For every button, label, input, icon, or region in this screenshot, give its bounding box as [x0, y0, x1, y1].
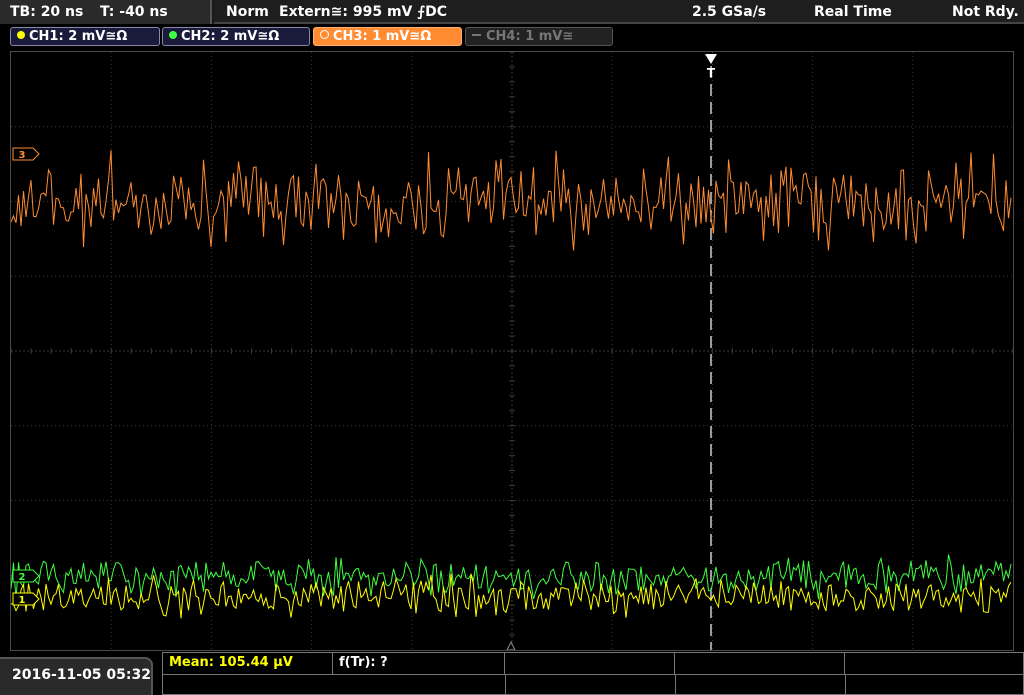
- channel-1-label: CH1: 2 mV≅Ω: [29, 29, 128, 44]
- channel-3-waveform: [11, 150, 1012, 251]
- channel-row: CH1: 2 mV≅Ω CH2: 2 mV≅Ω CH3: 1 mV≅Ω CH4:…: [0, 24, 1024, 50]
- channel-2-label: CH2: 2 mV≅Ω: [181, 29, 280, 44]
- trigger-marker-label: T: [707, 66, 716, 80]
- trigger-marker[interactable]: T: [705, 54, 717, 80]
- channel-3-marker-icon: [12, 147, 40, 161]
- channel-2-waveform: [11, 554, 1012, 600]
- measurement-divider: [845, 675, 846, 695]
- graticule: [11, 52, 1013, 650]
- channel-3-dot-icon: [320, 30, 329, 39]
- measurement-divider: [675, 675, 676, 695]
- channel-3-marker-label: 3: [19, 150, 26, 161]
- channel-2-marker-icon: [12, 569, 40, 583]
- measurement-divider: [505, 675, 506, 695]
- channel-3-label: CH3: 1 mV≅Ω: [333, 29, 432, 44]
- timebase-box[interactable]: TB: 20 ns T: -40 ns: [0, 0, 212, 24]
- timebase-label: TB: 20 ns: [10, 4, 84, 20]
- channel-2-dot-icon: [169, 31, 177, 39]
- channel-2-marker-label: 2: [19, 572, 26, 583]
- channel-1-marker-icon: [12, 592, 40, 606]
- channel-1-button[interactable]: CH1: 2 mV≅Ω: [10, 27, 160, 46]
- time-reference-icon: [506, 640, 516, 650]
- waveform-display[interactable]: T 3 2 1: [10, 51, 1014, 651]
- mean-measurement[interactable]: Mean: 105.44 μV: [163, 653, 333, 674]
- trigger-mode-label: Norm: [226, 4, 269, 20]
- datetime-box[interactable]: 2016-11-05 05:32: [0, 657, 153, 695]
- datetime-label: 2016-11-05 05:32: [12, 667, 151, 683]
- channel-2-button[interactable]: CH2: 2 mV≅Ω: [162, 27, 310, 46]
- channel-1-dot-icon: [17, 31, 25, 39]
- measurement-slot-3[interactable]: [505, 653, 675, 674]
- channel-3-offset-marker[interactable]: 3: [12, 147, 40, 161]
- status-bar: TB: 20 ns T: -40 ns Norm Extern≅: 995 mV…: [0, 0, 1024, 24]
- trigger-source-label: Extern≅: 995 mV ⨍DC: [279, 4, 448, 20]
- measurement-row-2: [163, 674, 1023, 695]
- channel-3-button[interactable]: CH3: 1 mV≅Ω: [313, 27, 462, 46]
- channel-2-offset-marker[interactable]: 2: [12, 569, 40, 583]
- channel-1-marker-label: 1: [19, 595, 26, 606]
- trigger-time-label: T: -40 ns: [100, 4, 168, 20]
- waveform-svg: T 3 2 1: [11, 52, 1013, 650]
- channel-4-label: CH4: 1 mV≅: [486, 29, 574, 44]
- measurement-panel[interactable]: Mean: 105.44 μV f(Tr): ?: [162, 652, 1024, 695]
- trigger-arrow-icon: [705, 54, 717, 64]
- measurement-slot-4[interactable]: [675, 653, 845, 674]
- acquisition-bar[interactable]: Norm Extern≅: 995 mV ⨍DC 2.5 GSa/s Real …: [214, 0, 1024, 24]
- sample-rate-label: 2.5 GSa/s: [692, 4, 767, 20]
- channel-4-off-icon: [472, 34, 481, 36]
- frequency-measurement[interactable]: f(Tr): ?: [333, 653, 505, 674]
- channel-1-waveform: [11, 573, 1012, 619]
- channel-4-button[interactable]: CH4: 1 mV≅: [465, 27, 613, 46]
- ready-state-label: Not Rdy.: [952, 4, 1019, 20]
- acquisition-mode-label: Real Time: [814, 4, 892, 20]
- measurement-slot-5[interactable]: [845, 653, 1023, 674]
